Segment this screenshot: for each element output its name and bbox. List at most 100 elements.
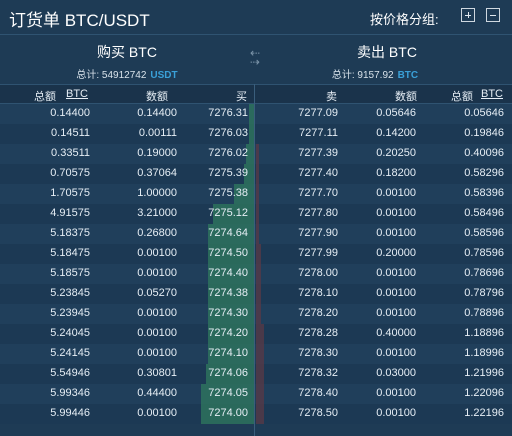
table-row[interactable]: 5.54946 0.30801 7274.06 7278.32 0.03000 1.219… — [0, 364, 512, 384]
sell-price-cell: 7277.40 — [298, 167, 338, 179]
buy-price-cell: 7274.64 — [208, 227, 248, 239]
col-sell-price[interactable]: 卖 — [326, 88, 337, 104]
buy-amount-cell: 0.37064 — [137, 167, 177, 179]
table-row[interactable]: 1.70575 1.00000 7275.38 7277.70 0.00100 0.583… — [0, 184, 512, 204]
buy-total-cell: 5.54946 — [50, 367, 90, 379]
table-row[interactable]: 4.91575 3.21000 7275.12 7277.80 0.00100 0.584… — [0, 204, 512, 224]
sell-total-cell: 0.78896 — [464, 307, 504, 319]
sell-price-cell: 7278.50 — [298, 407, 338, 419]
sell-total-cell: 1.18896 — [464, 327, 504, 339]
table-row[interactable]: 5.99446 0.00100 7274.00 7278.50 0.00100 1.221… — [0, 404, 512, 424]
table-row[interactable]: 0.14400 0.14400 7276.31 7277.09 0.05646 0.056… — [0, 104, 512, 124]
table-row[interactable]: 5.18375 0.26800 7274.64 7277.90 0.00100 0.585… — [0, 224, 512, 244]
sell-amount-cell: 0.00100 — [376, 227, 416, 239]
sell-amount-cell: 0.18200 — [376, 167, 416, 179]
col-sell-total[interactable]: 总额 — [451, 88, 473, 104]
buy-amount-cell: 0.26800 — [137, 227, 177, 239]
buy-amount-cell: 0.30801 — [137, 367, 177, 379]
buy-amount-cell: 1.00000 — [137, 187, 177, 199]
buy-total-label: 总计: 54912742 — [76, 70, 147, 81]
sell-amount-cell: 0.00100 — [376, 387, 416, 399]
sell-total: 总计: 9157.92 BTC — [275, 66, 475, 81]
sell-total-cell: 1.22196 — [464, 407, 504, 419]
table-row[interactable]: 5.23945 0.00100 7274.30 7278.20 0.00100 0.788… — [0, 304, 512, 324]
table-row[interactable]: 5.18475 0.00100 7274.50 7277.99 0.20000 0.785… — [0, 244, 512, 264]
sell-amount-cell: 0.00100 — [376, 287, 416, 299]
table-row[interactable]: 5.24045 0.00100 7274.20 7278.28 0.40000 1.188… — [0, 324, 512, 344]
sell-price-cell: 7277.99 — [298, 247, 338, 259]
col-buy-total-unit[interactable]: BTC — [66, 88, 88, 100]
sell-amount-cell: 0.40000 — [376, 327, 416, 339]
sell-depth-bar — [256, 304, 261, 324]
buy-total-currency: USDT — [150, 70, 178, 81]
buy-total-cell: 5.99346 — [50, 387, 90, 399]
buy-price-cell: 7275.12 — [208, 207, 248, 219]
sell-total-cell: 0.58496 — [464, 207, 504, 219]
buy-total-cell: 5.18575 — [50, 267, 90, 279]
buy-total: 总计: 54912742 USDT — [27, 66, 227, 81]
col-buy-total[interactable]: 总额 — [34, 88, 56, 104]
buy-price-cell: 7274.05 — [208, 387, 248, 399]
column-header: 总额 BTC 数额 买 卖 数额 总额 BTC — [0, 84, 512, 104]
plus-icon[interactable] — [461, 8, 475, 22]
sell-total-cell: 0.58396 — [464, 187, 504, 199]
buy-total-cell: 5.23845 — [50, 287, 90, 299]
sell-amount-cell: 0.00100 — [376, 267, 416, 279]
table-row[interactable]: 0.70575 0.37064 7275.39 7277.40 0.18200 0.582… — [0, 164, 512, 184]
sell-total-cell: 0.78696 — [464, 267, 504, 279]
sell-price-cell: 7277.39 — [298, 147, 338, 159]
table-row[interactable]: 0.14511 0.00111 7276.03 7277.11 0.14200 0.198… — [0, 124, 512, 144]
sell-price-cell: 7278.20 — [298, 307, 338, 319]
buy-total-cell: 5.23945 — [50, 307, 90, 319]
col-sell-amount[interactable]: 数额 — [395, 88, 417, 104]
buy-amount-cell: 0.05270 — [137, 287, 177, 299]
sell-amount-cell: 0.00100 — [376, 407, 416, 419]
col-buy-price[interactable]: 买 — [236, 88, 247, 104]
center-divider — [254, 84, 255, 436]
table-row[interactable]: 5.24145 0.00100 7274.10 7278.30 0.00100 1.189… — [0, 344, 512, 364]
col-sell-total-unit[interactable]: BTC — [481, 88, 503, 100]
buy-price-cell: 7274.38 — [208, 287, 248, 299]
sell-total-cell: 0.58596 — [464, 227, 504, 239]
buy-total-cell: 5.99446 — [50, 407, 90, 419]
buy-price-cell: 7275.38 — [208, 187, 248, 199]
buy-amount-cell: 0.00111 — [138, 127, 177, 139]
buy-amount-cell: 0.00100 — [137, 327, 177, 339]
sell-price-cell: 7278.32 — [298, 367, 338, 379]
group-by-price-label: 按价格分组: — [370, 12, 439, 27]
col-buy-amount[interactable]: 数额 — [146, 88, 168, 104]
sell-price-cell: 7277.09 — [298, 107, 338, 119]
buy-total-cell: 1.70575 — [50, 187, 90, 199]
sell-price-cell: 7278.10 — [298, 287, 338, 299]
table-row[interactable]: 5.23845 0.05270 7274.38 7278.10 0.00100 0.787… — [0, 284, 512, 304]
buy-price-cell: 7276.31 — [208, 107, 248, 119]
buy-price-cell: 7274.40 — [208, 267, 248, 279]
sell-depth-bar — [256, 144, 259, 164]
swap-arrows-icon[interactable]: ⇠ ⇢ — [247, 47, 263, 68]
sell-total-cell: 1.18996 — [464, 347, 504, 359]
table-row[interactable]: 5.18575 0.00100 7274.40 7278.00 0.00100 0.786… — [0, 264, 512, 284]
buy-amount-cell: 0.14400 — [137, 107, 177, 119]
sell-amount-cell: 0.05646 — [376, 107, 416, 119]
sell-price-cell: 7277.70 — [298, 187, 338, 199]
minus-icon[interactable] — [486, 8, 500, 22]
sell-total-label: 总计: 9157.92 — [331, 70, 394, 81]
sell-depth-bar — [256, 204, 259, 224]
sell-price-cell: 7277.80 — [298, 207, 338, 219]
buy-total-cell: 5.18475 — [50, 247, 90, 259]
buy-title: 购买 BTC — [97, 44, 157, 60]
sell-amount-cell: 0.00100 — [376, 187, 416, 199]
buy-total-cell: 5.18375 — [50, 227, 90, 239]
sell-amount-cell: 0.20000 — [376, 247, 416, 259]
buy-amount-cell: 3.21000 — [137, 207, 177, 219]
sell-amount-cell: 0.20250 — [376, 147, 416, 159]
buy-price-cell: 7274.30 — [208, 307, 248, 319]
buy-total-cell: 4.91575 — [50, 207, 90, 219]
buy-price-cell: 7274.20 — [208, 327, 248, 339]
sell-depth-bar — [256, 364, 264, 384]
buy-amount-cell: 0.00100 — [137, 267, 177, 279]
table-row[interactable]: 0.33511 0.19000 7276.02 7277.39 0.20250 0.400… — [0, 144, 512, 164]
sell-amount-cell: 0.00100 — [376, 347, 416, 359]
sell-total-cell: 0.78796 — [464, 287, 504, 299]
table-row[interactable]: 5.99346 0.44400 7274.05 7278.40 0.00100 1.220… — [0, 384, 512, 404]
